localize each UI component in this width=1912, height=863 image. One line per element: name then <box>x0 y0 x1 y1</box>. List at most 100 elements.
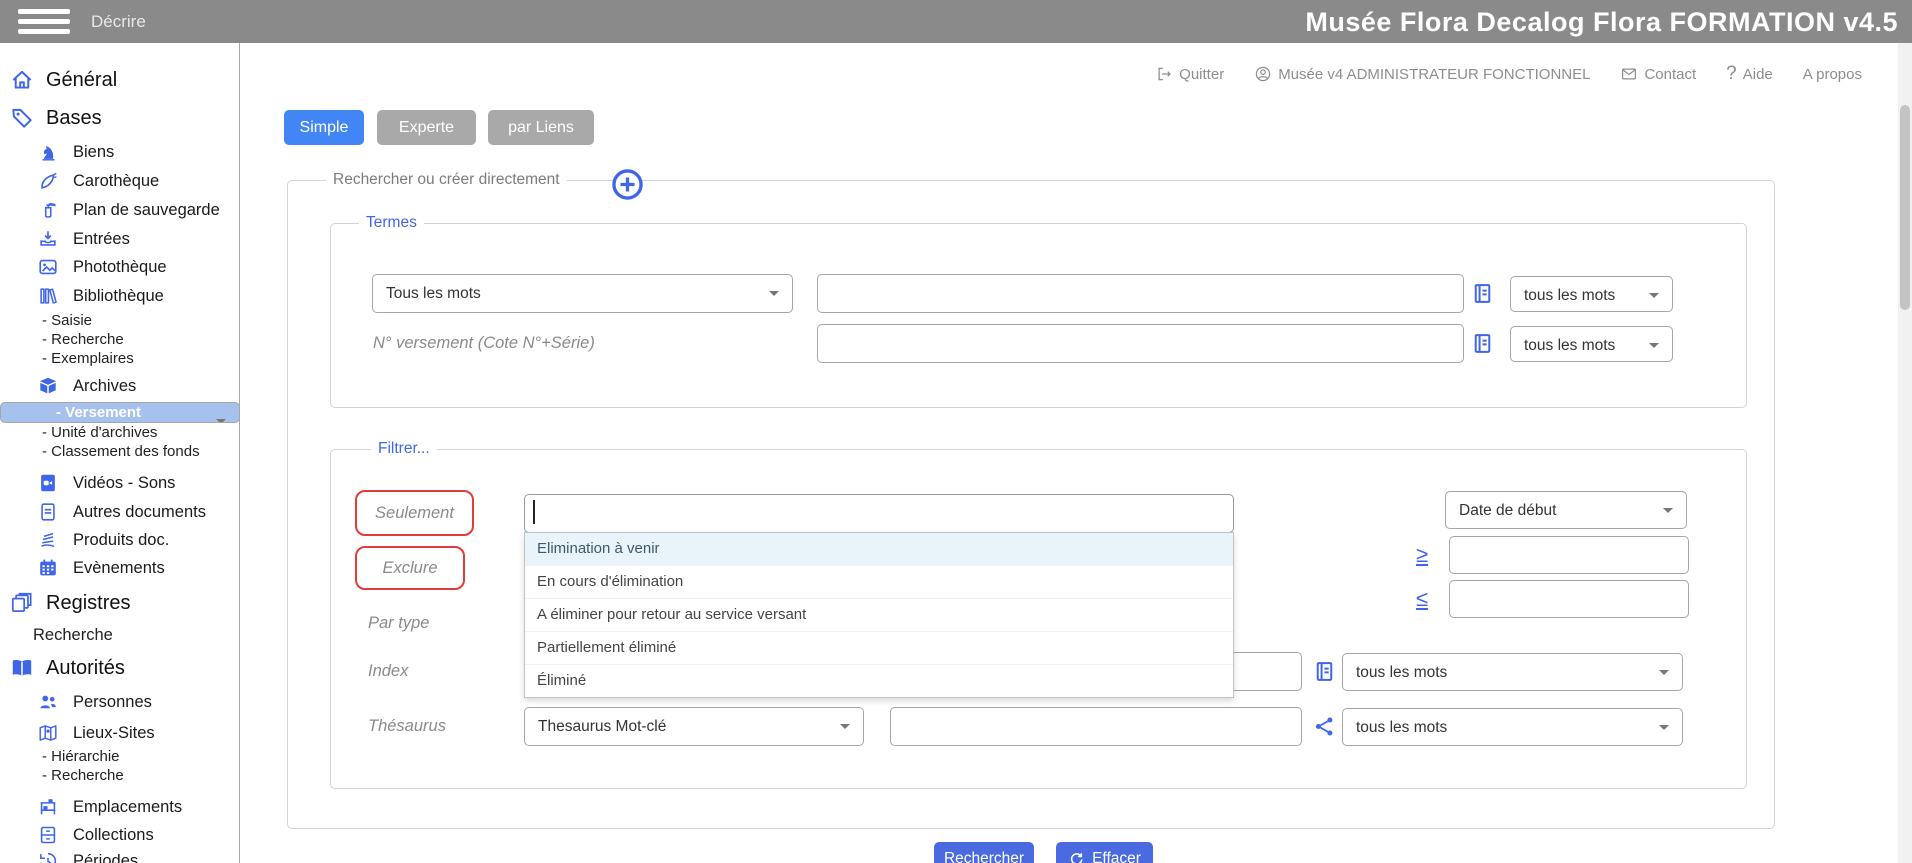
refresh-icon <box>1068 851 1085 863</box>
map-icon <box>37 722 59 744</box>
filtrer-legend: Filtrer... <box>371 440 437 458</box>
sidebar-item-label: Bibliothèque <box>73 287 164 306</box>
contact-link[interactable]: Contact <box>1620 65 1696 83</box>
lexicon-icon[interactable] <box>1312 659 1337 684</box>
sidebar-item-label: Bases <box>46 107 102 130</box>
date-to-input[interactable] <box>1449 580 1689 618</box>
rechercher-button[interactable]: Rechercher <box>934 842 1034 863</box>
versement-match-select[interactable]: tous les mots <box>1510 326 1673 362</box>
sidebar-item-classement-fonds[interactable]: - Classement des fonds <box>0 441 240 462</box>
status-option[interactable]: Éliminé <box>525 664 1233 697</box>
openbook-icon <box>9 655 35 681</box>
sidebar-item-label: - Hiérarchie <box>42 748 120 765</box>
vertical-scrollbar <box>1898 43 1912 863</box>
scrollbar-thumb[interactable] <box>1900 105 1910 310</box>
books-icon <box>37 285 59 307</box>
tab-simple[interactable]: Simple <box>284 110 364 145</box>
plus-circle-icon[interactable] <box>610 167 645 202</box>
tab-experte[interactable]: Experte <box>377 110 476 145</box>
termes-legend: Termes <box>359 214 424 232</box>
status-option[interactable]: A éliminer pour retour au service versan… <box>525 598 1233 631</box>
sidebar-item-recherche-biblio[interactable]: - Recherche <box>0 329 240 350</box>
core-icon <box>37 170 59 192</box>
people-icon <box>37 691 59 713</box>
sidebar-item-carotheque[interactable]: Carothèque <box>0 168 240 194</box>
app-window: Décrire Musée Flora Decalog Flora FORMAT… <box>0 0 1912 863</box>
sidebar-item-label: Photothèque <box>73 258 167 277</box>
sidebar-item-label: Général <box>46 69 117 92</box>
sidebar-item-exemplaires[interactable]: - Exemplaires <box>0 348 240 369</box>
sidebar-item-videos-sons[interactable]: Vidéos - Sons <box>0 470 240 496</box>
par-type-label: Par type <box>368 604 429 643</box>
sidebar-item-archives[interactable]: Archives <box>0 373 240 399</box>
sidebar-item-emplacements[interactable]: Emplacements <box>0 794 240 820</box>
extinguisher-icon <box>37 199 59 221</box>
sidebar-item-bases[interactable]: Bases <box>0 103 240 133</box>
sidebar-item-label: Autres documents <box>73 503 206 522</box>
thesaurus-select[interactable]: Thesaurus Mot-clé <box>524 707 864 746</box>
sidebar-item-label: Personnes <box>73 693 152 712</box>
thesaurus-input[interactable] <box>890 707 1302 746</box>
exclure-toggle[interactable]: Exclure <box>355 546 465 590</box>
sidebar-item-collections[interactable]: Collections <box>0 822 240 848</box>
termes-search-input[interactable] <box>817 274 1464 313</box>
hamburger-menu-icon[interactable] <box>18 9 70 34</box>
sidebar-item-biens[interactable]: Biens <box>0 139 240 165</box>
sidebar-item-evenements[interactable]: Evènements <box>0 555 240 581</box>
sidebar-item-general[interactable]: Général <box>0 65 240 95</box>
sidebar-item-recherche-lieux[interactable]: - Recherche <box>0 765 240 786</box>
sidebar-item-unite-archives[interactable]: - Unité d'archives <box>0 422 240 443</box>
sidebar-item-label: Plan de sauvegarde <box>73 201 220 220</box>
sidebar-item-label: Collections <box>73 826 154 845</box>
top-bar: Décrire Musée Flora Decalog Flora FORMAT… <box>0 0 1912 43</box>
word-mode-select[interactable]: Tous les mots <box>372 274 793 313</box>
sidebar-item-label: Biens <box>73 143 114 162</box>
seulement-toggle[interactable]: Seulement <box>355 490 474 536</box>
sidebar-item-autorites[interactable]: Autorités <box>0 653 240 683</box>
lexicon-icon[interactable] <box>1470 331 1495 356</box>
gte-symbol: ≥ <box>1416 544 1428 566</box>
sidebar-item-hierarchie[interactable]: - Hiérarchie <box>0 746 240 767</box>
sidebar-item-lieux-sites[interactable]: Lieux-Sites <box>0 720 240 746</box>
share-nodes-icon[interactable] <box>1312 714 1337 739</box>
sidebar-item-versement[interactable]: - Versement <box>0 402 240 423</box>
lte-symbol: ≤ <box>1416 588 1428 610</box>
status-combobox[interactable] <box>524 494 1234 533</box>
sidebar-item-produits-doc[interactable]: Produits doc. <box>0 527 240 553</box>
aide-link[interactable]: ? Aide <box>1726 63 1773 85</box>
versement-number-label: N° versement (Cote N°+Série) <box>373 324 595 363</box>
status-option[interactable]: Partiellement éliminé <box>525 631 1233 664</box>
calendar-icon <box>37 557 59 579</box>
sidebar-item-bibliotheque[interactable]: Bibliothèque <box>0 283 240 309</box>
sidebar-item-label: - Recherche <box>42 331 124 348</box>
index-match-select[interactable]: tous les mots <box>1342 653 1683 691</box>
sidebar-item-label: - Saisie <box>42 312 92 329</box>
current-user[interactable]: Musée v4 ADMINISTRATEUR FONCTIONNEL <box>1254 65 1590 83</box>
sidebar-item-entrees[interactable]: Entrées <box>0 226 240 252</box>
sidebar-item-recherche-registres[interactable]: Recherche <box>0 622 240 648</box>
history-icon <box>37 850 59 863</box>
apropos-link[interactable]: A propos <box>1803 66 1862 83</box>
sidebar-item-label: Entrées <box>73 230 130 249</box>
versement-number-input[interactable] <box>817 324 1464 363</box>
status-option[interactable]: En cours d'élimination <box>525 565 1233 598</box>
sidebar-item-label: Produits doc. <box>73 531 169 550</box>
sidebar-item-saisie[interactable]: - Saisie <box>0 310 240 331</box>
sidebar-item-plan-de-sauvegarde[interactable]: Plan de sauvegarde <box>0 197 240 223</box>
status-option[interactable]: Elimination à venir <box>525 533 1233 565</box>
thesaurus-match-select[interactable]: tous les mots <box>1342 708 1683 746</box>
sidebar-item-autres-documents[interactable]: Autres documents <box>0 499 240 525</box>
date-from-input[interactable] <box>1449 536 1689 574</box>
date-type-select[interactable]: Date de début <box>1445 491 1687 529</box>
quitter-link[interactable]: Quitter <box>1155 65 1224 83</box>
sidebar-item-personnes[interactable]: Personnes <box>0 689 240 715</box>
tab-par-liens[interactable]: par Liens <box>488 110 594 145</box>
lexicon-icon[interactable] <box>1470 281 1495 306</box>
termes-fieldset: Termes <box>330 223 1747 408</box>
sidebar-item-registres[interactable]: Registres <box>0 588 240 618</box>
sidebar-item-periodes[interactable]: Périodes <box>0 848 240 863</box>
sidebar-item-phototheque[interactable]: Photothèque <box>0 254 240 280</box>
termes-match-select[interactable]: tous les mots <box>1510 276 1673 312</box>
effacer-button[interactable]: Effacer <box>1056 842 1153 863</box>
module-label: Décrire <box>91 12 146 32</box>
